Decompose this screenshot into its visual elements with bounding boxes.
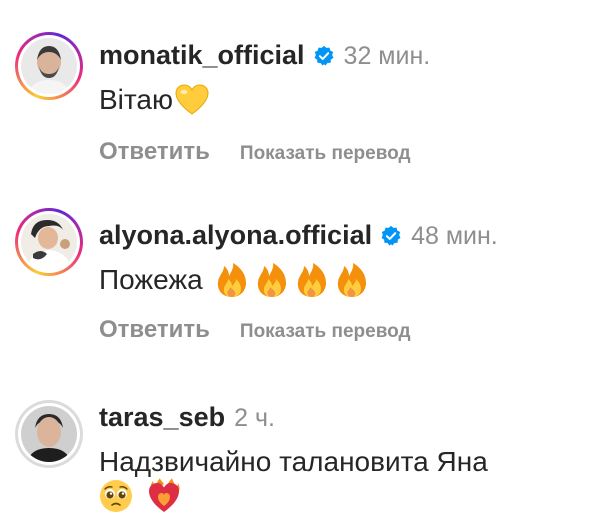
fire-icon <box>295 262 329 298</box>
pleading-face-icon <box>99 479 133 513</box>
verified-badge-icon <box>381 225 401 245</box>
avatar-story-ring[interactable] <box>15 32 83 100</box>
username[interactable]: monatik_official <box>99 40 305 71</box>
timestamp: 2 ч. <box>234 404 275 432</box>
avatar-taras-icon <box>21 406 77 462</box>
fire-icon <box>335 262 369 298</box>
avatar-story-ring[interactable] <box>15 208 83 276</box>
fire-icon <box>255 262 289 298</box>
avatar <box>21 38 77 94</box>
username[interactable]: taras_seb <box>99 402 225 433</box>
fire-icon <box>215 262 249 298</box>
show-translation-button[interactable]: Показать перевод <box>240 321 411 343</box>
reply-button[interactable]: Ответить <box>99 316 210 344</box>
comment-text: Пожежа <box>99 264 203 295</box>
username[interactable]: alyona.alyona.official <box>99 220 372 251</box>
avatar <box>21 214 77 270</box>
timestamp: 32 мин. <box>343 42 431 70</box>
avatar-alyona-icon <box>21 214 77 270</box>
avatar <box>21 406 77 462</box>
comment-text: Надзвичайно талановита Яна <box>99 446 488 477</box>
timestamp: 48 мин. <box>411 222 498 250</box>
avatar-monatik-icon <box>21 38 77 94</box>
verified-badge-icon <box>314 45 333 65</box>
comment-text: Вітаю <box>99 84 173 115</box>
yellow-heart-icon <box>175 84 209 116</box>
avatar-ring[interactable] <box>15 400 83 468</box>
heart-on-fire-icon <box>147 478 181 514</box>
show-translation-button[interactable]: Показать перевод <box>240 143 411 165</box>
reply-button[interactable]: Ответить <box>99 138 210 166</box>
